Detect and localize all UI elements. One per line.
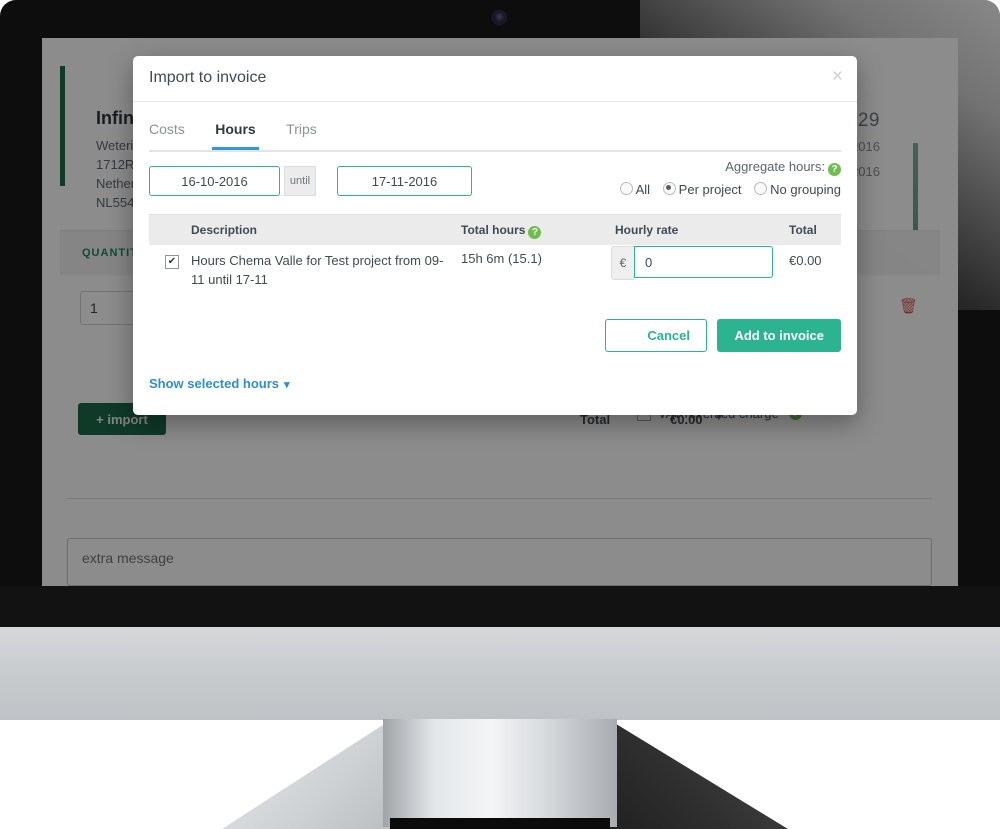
cancel-button[interactable]: Cancel (604, 319, 707, 352)
help-icon[interactable]: ? (528, 226, 542, 239)
monitor-chin (0, 586, 1000, 627)
chevron-down-icon[interactable]: ▾ (284, 378, 290, 391)
radio-label: Per project (678, 182, 742, 197)
stand-right-shadow (608, 719, 788, 829)
webcam-icon (493, 11, 506, 24)
column-header-total-hours-label: Total hours (461, 223, 526, 237)
monitor-scene: Infinity Weterings 1712RV A Netherlan NL… (0, 0, 1000, 829)
modal-tabs: Costs Hours Trips (149, 110, 841, 152)
tab-hours[interactable]: Hours (212, 110, 260, 150)
hours-table: Description Total hours? Hourly rate Tot… (149, 214, 841, 307)
radio-label: All (635, 182, 651, 197)
help-icon[interactable]: ? (828, 163, 841, 176)
modal-title: Import to invoice (149, 69, 267, 86)
add-to-invoice-button[interactable]: Add to invoice (717, 319, 841, 352)
radio-icon[interactable] (619, 182, 633, 195)
row-total: €0.00 (789, 253, 822, 268)
monitor-base-plate (0, 627, 1000, 720)
tab-trips[interactable]: Trips (286, 110, 317, 137)
close-icon[interactable]: × (832, 67, 843, 86)
show-selected-hours-label: Show selected hours (149, 376, 280, 391)
date-to-input[interactable] (337, 166, 472, 196)
hourly-rate-input[interactable] (634, 246, 773, 278)
modal-body: Costs Hours Trips until Aggregate hours:… (133, 110, 857, 415)
radio-option-per-project[interactable]: Per project (662, 182, 742, 197)
monitor-bezel: Infinity Weterings 1712RV A Netherlan NL… (0, 0, 1000, 627)
import-to-invoice-modal: Import to invoice × Costs Hours Trips un… (133, 56, 857, 415)
filter-row: until Aggregate hours:? All Per project … (149, 152, 841, 210)
show-selected-hours-link[interactable]: Show selected hours ▾ (149, 376, 290, 391)
aggregate-hours-label: Aggregate hours: (725, 159, 825, 174)
screen: Infinity Weterings 1712RV A Netherlan NL… (42, 38, 958, 586)
column-header-total: Total (789, 223, 817, 237)
stand-base-shadow (390, 818, 610, 829)
radio-option-no-grouping[interactable]: No grouping (754, 182, 841, 197)
radio-option-all[interactable]: All (619, 182, 651, 197)
radio-icon-selected[interactable] (662, 182, 676, 195)
radio-label: No grouping (770, 182, 841, 197)
modal-footer: Show selected hours ▾ (149, 375, 841, 415)
column-header-total-hours: Total hours? (461, 223, 542, 239)
table-row: ✔ Hours Chema Valle for Test project fro… (149, 245, 841, 307)
currency-prefix: € (611, 246, 634, 280)
modal-actions: Cancel Add to invoice (149, 307, 841, 375)
row-total-hours: 15h 6m (15.1) (461, 251, 542, 266)
stand-left-shadow (222, 719, 392, 829)
monitor-stand (383, 719, 617, 827)
until-label: until (284, 166, 316, 196)
date-from-input[interactable] (149, 166, 280, 196)
aggregate-radio-group: All Per project No grouping (611, 182, 841, 197)
tab-costs[interactable]: Costs (149, 110, 185, 137)
column-header-description: Description (191, 223, 258, 237)
hours-table-header: Description Total hours? Hourly rate Tot… (149, 214, 841, 245)
hourly-rate-group: € (611, 246, 773, 280)
column-header-hourly-rate: Hourly rate (615, 223, 679, 237)
radio-icon[interactable] (754, 182, 768, 195)
row-description: Hours Chema Valle for Test project from … (191, 253, 444, 287)
modal-header: Import to invoice × (133, 56, 857, 102)
aggregate-hours-group: Aggregate hours:? All Per project No gro… (611, 158, 841, 197)
row-checkbox[interactable]: ✔ (165, 255, 179, 269)
